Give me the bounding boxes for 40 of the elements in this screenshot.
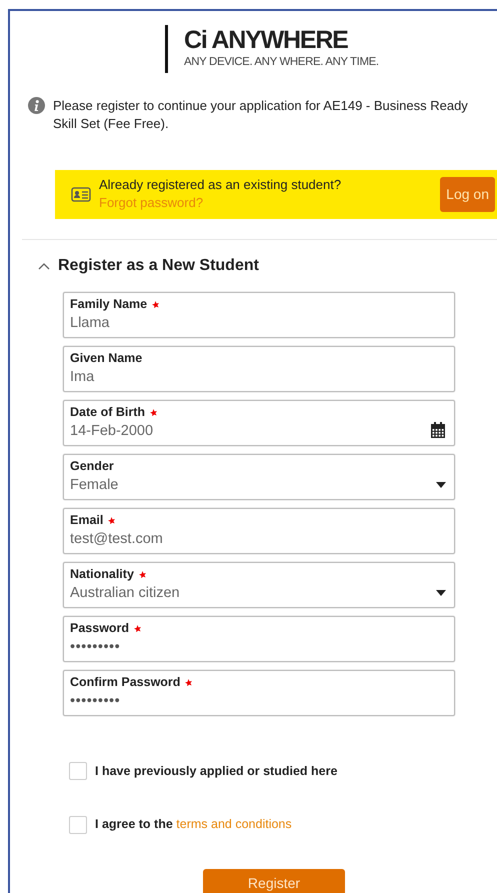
- chevron-icon[interactable]: [38, 262, 50, 270]
- section-title: Register as a New Student: [58, 256, 259, 276]
- dropdown-caret-icon: [436, 590, 446, 596]
- field-value: 14-Feb-2000: [70, 422, 154, 440]
- dropdown-caret-icon: [436, 482, 446, 488]
- field-label: Date of Birth: [70, 404, 145, 420]
- banner-question: Already registered as an existing student?: [99, 176, 342, 193]
- text-field[interactable]: Family Name Llama: [63, 292, 455, 338]
- field-value: Llama: [70, 314, 110, 332]
- field-value: Female: [70, 476, 118, 494]
- date-field[interactable]: Date of Birth 14-Feb-2000: [63, 400, 455, 446]
- field-label: Family Name: [70, 296, 148, 312]
- field-label: Confirm Password: [70, 674, 180, 690]
- field-value: test@test.com: [70, 530, 163, 548]
- logo-bar: [165, 25, 168, 73]
- field-label: Gender: [70, 458, 114, 474]
- logo-title: Ci ANYWHERE: [184, 26, 349, 54]
- password-field[interactable]: Confirm Password •••••••••: [63, 670, 455, 716]
- id-card-icon: [71, 186, 91, 202]
- field-label: Given Name: [70, 350, 142, 366]
- checkbox[interactable]: [69, 762, 87, 780]
- password-field[interactable]: Password •••••••••: [63, 616, 455, 662]
- field-value: •••••••••: [70, 692, 120, 710]
- checkbox-label: I have previously applied or studied here: [95, 762, 338, 780]
- checkbox-label: I agree to the terms and conditions: [95, 816, 292, 834]
- dropdown-field[interactable]: Nationality Australian citizen: [63, 562, 455, 608]
- checkbox[interactable]: [69, 816, 87, 834]
- text-field[interactable]: Given Name Ima: [63, 346, 455, 392]
- field-label: Password: [70, 620, 130, 636]
- logo-tagline: ANY DEVICE. ANY WHERE. ANY TIME.: [184, 55, 379, 70]
- text-field[interactable]: Email test@test.com: [63, 508, 455, 554]
- field-value: Australian citizen: [70, 584, 180, 602]
- field-label: Email: [70, 512, 104, 528]
- info-icon: [28, 97, 45, 114]
- dropdown-field[interactable]: Gender Female: [63, 454, 455, 500]
- field-value: •••••••••: [70, 638, 120, 656]
- notice-text: Please register to continue your application for AE149 - Business Ready Skill Set (Fee Free).: [53, 97, 469, 133]
- field-value: Ima: [70, 368, 94, 386]
- field-label: Nationality: [70, 566, 134, 582]
- calendar-icon: [430, 422, 446, 439]
